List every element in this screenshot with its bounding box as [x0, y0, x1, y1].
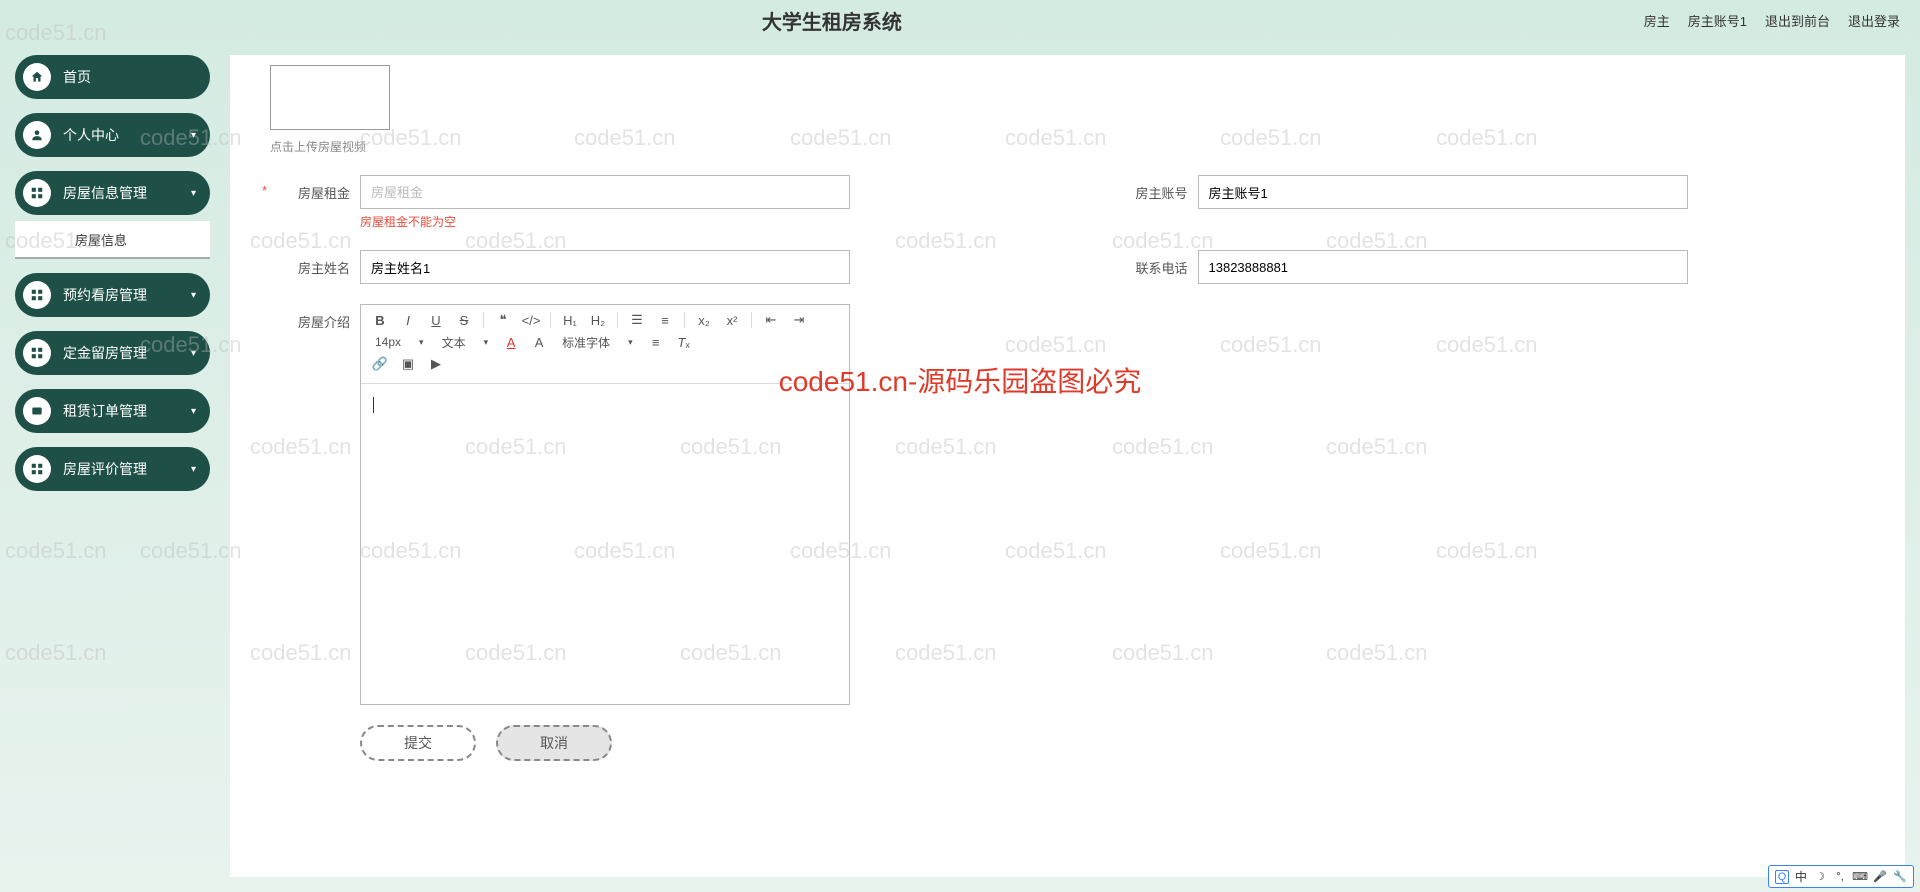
ime-bar[interactable]: Q 中 ☽ °, ⌨ 🎤 🔧 — [1768, 865, 1914, 888]
name-input[interactable] — [360, 250, 850, 284]
font-size-select[interactable]: 14px — [371, 335, 428, 349]
h2-icon[interactable]: H₂ — [589, 311, 607, 329]
account-label: 房主账号 — [1108, 175, 1188, 202]
sidebar-item-profile[interactable]: 个人中心 ▾ — [15, 113, 210, 157]
phone-input[interactable] — [1198, 250, 1688, 284]
account-input[interactable] — [1198, 175, 1688, 209]
video-icon[interactable]: ▶ — [427, 355, 445, 373]
grid-icon — [23, 339, 51, 367]
ime-mic-icon[interactable]: 🎤 — [1873, 870, 1887, 884]
intro-label: 房屋介绍 — [270, 304, 350, 331]
user-account[interactable]: 房主账号1 — [1688, 11, 1747, 30]
underline-icon[interactable]: U — [427, 311, 445, 329]
sidebar-item-house-info[interactable]: 房屋信息管理 ▾ — [15, 171, 210, 215]
code-icon[interactable]: </> — [522, 311, 540, 329]
rent-error: 房屋租金不能为空 — [360, 213, 1028, 230]
chevron-down-icon: ▾ — [191, 406, 196, 417]
link-icon[interactable]: 🔗 — [371, 355, 389, 373]
chevron-down-icon: ▾ — [191, 464, 196, 475]
editor-content[interactable] — [361, 384, 849, 704]
sidebar-item-label: 定金留房管理 — [63, 343, 191, 363]
sidebar-item-label: 首页 — [63, 67, 196, 87]
ticket-icon — [23, 397, 51, 425]
ime-logo-icon: Q — [1775, 870, 1789, 884]
user-icon — [23, 121, 51, 149]
sidebar-item-label: 租赁订单管理 — [63, 401, 191, 421]
font-color-icon[interactable]: A — [502, 333, 520, 351]
image-icon[interactable]: ▣ — [399, 355, 417, 373]
sidebar-item-label: 个人中心 — [63, 125, 191, 145]
sidebar-item-label: 房屋信息管理 — [63, 183, 191, 203]
home-icon — [23, 63, 51, 91]
cancel-button[interactable]: 取消 — [496, 725, 612, 761]
ime-settings-icon[interactable]: 🔧 — [1893, 870, 1907, 884]
sidebar-item-label: 预约看房管理 — [63, 285, 191, 305]
ime-keyboard-icon[interactable]: ⌨ — [1853, 870, 1867, 884]
rich-text-editor: B I U S ❝ </> H₁ H₂ ☰ ≡ — [360, 304, 850, 705]
submit-button[interactable]: 提交 — [360, 725, 476, 761]
align-icon[interactable]: ≡ — [647, 333, 665, 351]
superscript-icon[interactable]: x² — [723, 311, 741, 329]
editor-toolbar: B I U S ❝ </> H₁ H₂ ☰ ≡ — [361, 305, 849, 384]
grid-icon — [23, 281, 51, 309]
ime-lang[interactable]: 中 — [1795, 868, 1807, 885]
content-area: 点击上传房屋视频 房屋租金 房屋租金不能为空 房主账号 房主姓名 — [230, 55, 1905, 877]
ime-moon-icon[interactable]: ☽ — [1813, 870, 1827, 884]
ime-punct-icon[interactable]: °, — [1833, 870, 1847, 884]
font-type-select[interactable]: 文本 — [438, 334, 493, 351]
header: 大学生租房系统 房主 房主账号1 退出到前台 退出登录 — [0, 0, 1920, 40]
logout-link[interactable]: 退出登录 — [1848, 11, 1900, 30]
h1-icon[interactable]: H₁ — [561, 311, 579, 329]
sidebar-item-label: 房屋评价管理 — [63, 459, 191, 479]
rent-input[interactable] — [360, 175, 850, 209]
quote-icon[interactable]: ❝ — [494, 311, 512, 329]
user-role: 房主 — [1644, 11, 1670, 30]
italic-icon[interactable]: I — [399, 311, 417, 329]
sidebar: 首页 个人中心 ▾ 房屋信息管理 ▾ 房屋信息 预约看房管理 ▾ 定金留房管理 … — [0, 40, 210, 892]
grid-icon — [23, 455, 51, 483]
chevron-down-icon: ▾ — [191, 348, 196, 359]
sidebar-item-home[interactable]: 首页 — [15, 55, 210, 99]
chevron-down-icon: ▾ — [191, 290, 196, 301]
upload-hint: 点击上传房屋视频 — [270, 138, 1865, 155]
font-family-select[interactable]: 标准字体 — [558, 334, 637, 351]
app-title: 大学生租房系统 — [20, 6, 1644, 35]
clear-format-icon[interactable]: Tₓ — [675, 333, 693, 351]
grid-icon — [23, 179, 51, 207]
phone-label: 联系电话 — [1108, 250, 1188, 277]
video-upload-box[interactable] — [270, 65, 390, 130]
indent-icon[interactable]: ⇥ — [790, 311, 808, 329]
back-to-front-link[interactable]: 退出到前台 — [1765, 11, 1830, 30]
sidebar-sub-house-info[interactable]: 房屋信息 — [15, 221, 210, 259]
rent-label: 房屋租金 — [270, 175, 350, 202]
subscript-icon[interactable]: x₂ — [695, 311, 713, 329]
sidebar-item-appointment[interactable]: 预约看房管理 ▾ — [15, 273, 210, 317]
bold-icon[interactable]: B — [371, 311, 389, 329]
sidebar-item-orders[interactable]: 租赁订单管理 ▾ — [15, 389, 210, 433]
ordered-list-icon[interactable]: ☰ — [628, 311, 646, 329]
strikethrough-icon[interactable]: S — [455, 311, 473, 329]
header-actions: 房主 房主账号1 退出到前台 退出登录 — [1644, 11, 1900, 30]
chevron-down-icon: ▾ — [191, 130, 196, 141]
outdent-icon[interactable]: ⇤ — [762, 311, 780, 329]
sidebar-item-reviews[interactable]: 房屋评价管理 ▾ — [15, 447, 210, 491]
bg-color-icon[interactable]: A — [530, 333, 548, 351]
unordered-list-icon[interactable]: ≡ — [656, 311, 674, 329]
name-label: 房主姓名 — [270, 250, 350, 277]
sidebar-item-deposit[interactable]: 定金留房管理 ▾ — [15, 331, 210, 375]
chevron-down-icon: ▾ — [191, 188, 196, 199]
